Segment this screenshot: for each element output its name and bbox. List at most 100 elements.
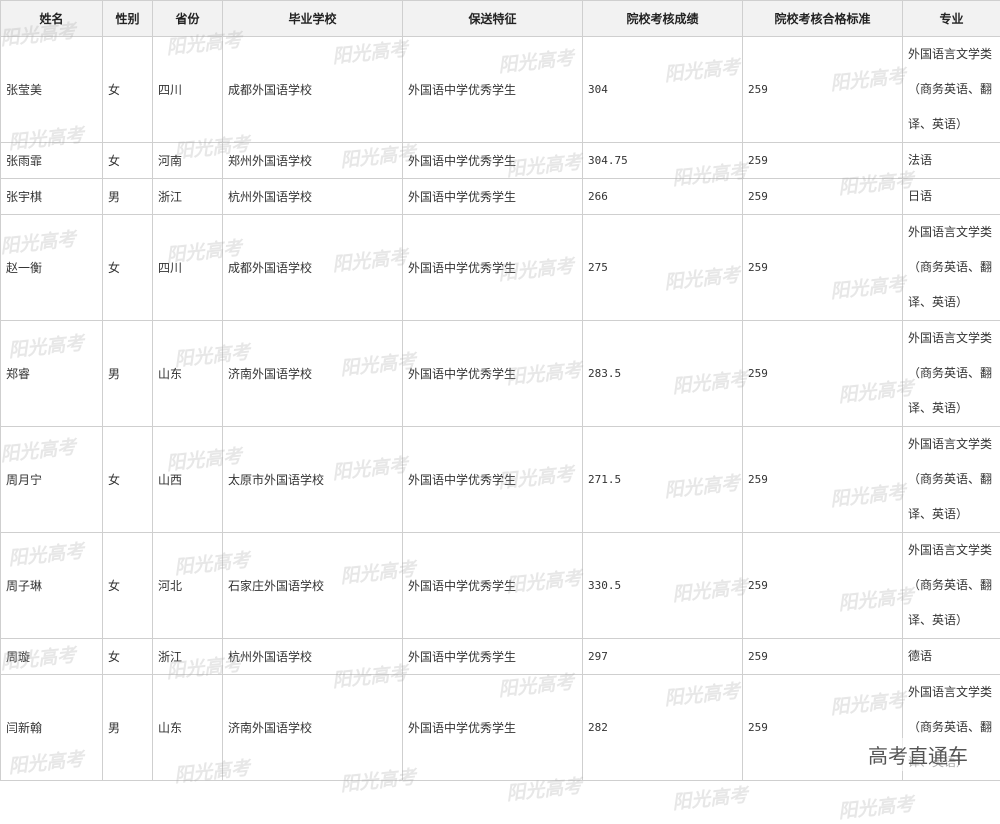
table-row: 周子琳女河北石家庄外国语学校外国语中学优秀学生330.5259外国语言文学类（商… [1, 533, 1000, 639]
cell-major: 外国语言文学类（商务英语、翻译、英语） [903, 533, 1000, 639]
cell-province: 山西 [153, 427, 223, 533]
cell-province: 浙江 [153, 179, 223, 215]
header-school: 毕业学校 [223, 1, 403, 37]
major-line: （商务英语、翻 [908, 250, 1000, 285]
cell-major: 外国语言文学类（商务英语、翻译、英语） [903, 321, 1000, 427]
table-row: 张莹美女四川成都外国语学校外国语中学优秀学生304259外国语言文学类（商务英语… [1, 37, 1000, 143]
cell-feature: 外国语中学优秀学生 [403, 427, 583, 533]
major-line: （商务英语、翻 [908, 462, 1000, 497]
cell-score: 304.75 [583, 143, 743, 179]
cell-feature: 外国语中学优秀学生 [403, 321, 583, 427]
major-line: 德语 [908, 639, 1000, 674]
cell-school: 济南外国语学校 [223, 675, 403, 781]
major-line: 外国语言文学类 [908, 215, 1000, 250]
cell-score: 304 [583, 37, 743, 143]
cell-standard: 259 [743, 143, 903, 179]
header-standard: 院校考核合格标准 [743, 1, 903, 37]
cell-province: 四川 [153, 37, 223, 143]
cell-score: 271.5 [583, 427, 743, 533]
watermark-text: 阳光高考 [837, 789, 915, 824]
cell-standard: 259 [743, 215, 903, 321]
cell-feature: 外国语中学优秀学生 [403, 215, 583, 321]
cell-gender: 女 [103, 37, 153, 143]
major-line: 译、英语） [908, 285, 1000, 320]
cell-score: 330.5 [583, 533, 743, 639]
cell-gender: 女 [103, 427, 153, 533]
table-row: 张雨霏女河南郑州外国语学校外国语中学优秀学生304.75259法语 [1, 143, 1000, 179]
cell-school: 杭州外国语学校 [223, 179, 403, 215]
cell-score: 283.5 [583, 321, 743, 427]
cell-feature: 外国语中学优秀学生 [403, 639, 583, 675]
major-line: （商务英语、翻 [908, 568, 1000, 603]
cell-name: 周璇 [1, 639, 103, 675]
cell-major: 外国语言文学类（商务英语、翻译、英语） [903, 427, 1000, 533]
cell-name: 郑睿 [1, 321, 103, 427]
cell-gender: 女 [103, 639, 153, 675]
cell-score: 275 [583, 215, 743, 321]
cell-school: 郑州外国语学校 [223, 143, 403, 179]
cell-name: 张莹美 [1, 37, 103, 143]
cell-name: 张雨霏 [1, 143, 103, 179]
header-name: 姓名 [1, 1, 103, 37]
major-line: （商务英语、翻 [908, 356, 1000, 391]
cell-major: 外国语言文学类（商务英语、翻译、英语） [903, 37, 1000, 143]
cell-name: 周月宁 [1, 427, 103, 533]
cell-gender: 男 [103, 321, 153, 427]
header-gender: 性别 [103, 1, 153, 37]
header-province: 省份 [153, 1, 223, 37]
cell-major: 日语 [903, 179, 1000, 215]
table-row: 张宇棋男浙江杭州外国语学校外国语中学优秀学生266259日语 [1, 179, 1000, 215]
cell-feature: 外国语中学优秀学生 [403, 533, 583, 639]
cell-gender: 女 [103, 143, 153, 179]
cell-standard: 259 [743, 427, 903, 533]
table-body: 张莹美女四川成都外国语学校外国语中学优秀学生304259外国语言文学类（商务英语… [1, 37, 1000, 781]
cell-province: 河北 [153, 533, 223, 639]
cell-province: 浙江 [153, 639, 223, 675]
corner-brand-text: 高考直通车 [864, 738, 972, 771]
admission-table: 姓名 性别 省份 毕业学校 保送特征 院校考核成绩 院校考核合格标准 专业 张莹… [0, 0, 1000, 781]
cell-school: 成都外国语学校 [223, 215, 403, 321]
major-line: 外国语言文学类 [908, 37, 1000, 72]
major-line: 译、英语） [908, 391, 1000, 426]
cell-name: 赵一衡 [1, 215, 103, 321]
major-line: 法语 [908, 143, 1000, 178]
cell-feature: 外国语中学优秀学生 [403, 143, 583, 179]
table-row: 周璇女浙江杭州外国语学校外国语中学优秀学生297259德语 [1, 639, 1000, 675]
cell-name: 周子琳 [1, 533, 103, 639]
cell-gender: 女 [103, 215, 153, 321]
cell-name: 闫新翰 [1, 675, 103, 781]
cell-score: 266 [583, 179, 743, 215]
cell-province: 山东 [153, 321, 223, 427]
major-line: 日语 [908, 179, 1000, 214]
cell-province: 四川 [153, 215, 223, 321]
cell-standard: 259 [743, 533, 903, 639]
header-score: 院校考核成绩 [583, 1, 743, 37]
cell-gender: 女 [103, 533, 153, 639]
cell-school: 成都外国语学校 [223, 37, 403, 143]
cell-score: 282 [583, 675, 743, 781]
cell-gender: 男 [103, 179, 153, 215]
cell-standard: 259 [743, 639, 903, 675]
watermark-text: 阳光高考 [671, 780, 749, 815]
cell-feature: 外国语中学优秀学生 [403, 675, 583, 781]
cell-major: 外国语言文学类（商务英语、翻译、英语） [903, 215, 1000, 321]
cell-school: 石家庄外国语学校 [223, 533, 403, 639]
cell-province: 河南 [153, 143, 223, 179]
header-feature: 保送特征 [403, 1, 583, 37]
cell-feature: 外国语中学优秀学生 [403, 37, 583, 143]
cell-score: 297 [583, 639, 743, 675]
cell-name: 张宇棋 [1, 179, 103, 215]
table-header-row: 姓名 性别 省份 毕业学校 保送特征 院校考核成绩 院校考核合格标准 专业 [1, 1, 1000, 37]
table-row: 赵一衡女四川成都外国语学校外国语中学优秀学生275259外国语言文学类（商务英语… [1, 215, 1000, 321]
major-line: 外国语言文学类 [908, 321, 1000, 356]
table-row: 郑睿男山东济南外国语学校外国语中学优秀学生283.5259外国语言文学类（商务英… [1, 321, 1000, 427]
cell-standard: 259 [743, 321, 903, 427]
major-line: （商务英语、翻 [908, 72, 1000, 107]
cell-major: 德语 [903, 639, 1000, 675]
major-line: 译、英语） [908, 497, 1000, 532]
cell-province: 山东 [153, 675, 223, 781]
cell-school: 太原市外国语学校 [223, 427, 403, 533]
major-line: 外国语言文学类 [908, 533, 1000, 568]
cell-school: 济南外国语学校 [223, 321, 403, 427]
cell-major: 法语 [903, 143, 1000, 179]
